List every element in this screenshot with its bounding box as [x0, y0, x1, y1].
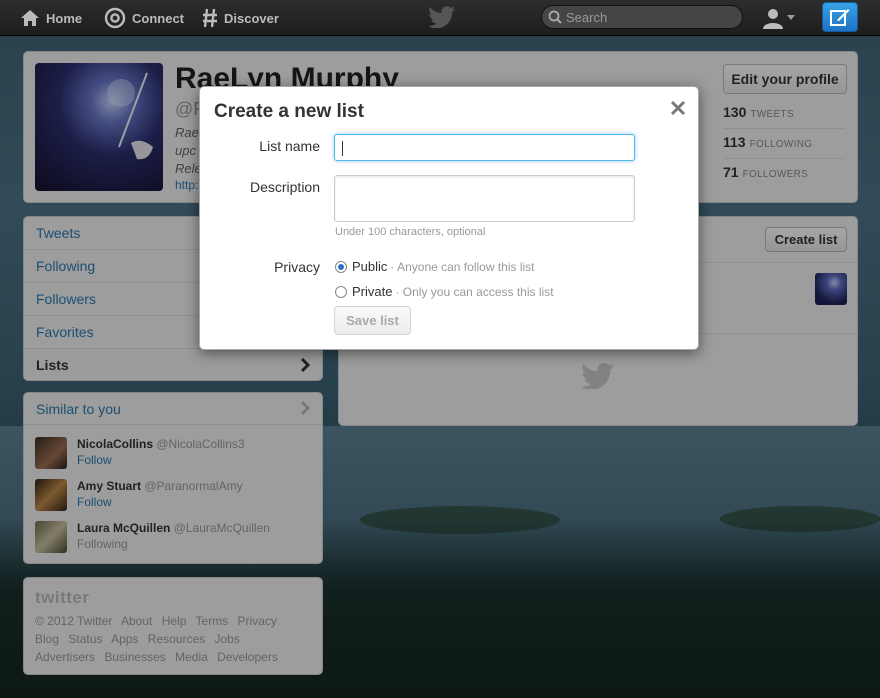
user-icon [763, 9, 783, 29]
public-radio[interactable] [335, 260, 347, 273]
search-icon [548, 10, 562, 24]
dialog-title: Create a new list [214, 101, 364, 122]
close-icon[interactable] [669, 99, 687, 117]
public-label: Public [352, 259, 388, 274]
nav-home[interactable]: Home [20, 0, 82, 36]
nav-connect[interactable]: Connect [104, 0, 184, 36]
private-description: · Only you can access this list [395, 284, 554, 299]
create-list-dialog: Create a new list List name Description … [199, 86, 699, 350]
search-input[interactable]: Search [541, 5, 743, 29]
compose-icon [830, 9, 850, 26]
search-placeholder: Search [566, 9, 608, 25]
top-bar: Home Connect Discover Search [0, 0, 880, 36]
privacy-private-option[interactable]: Private · Only you can access this list [335, 284, 554, 299]
nav-connect-label: Connect [132, 10, 184, 26]
private-radio[interactable] [335, 285, 347, 298]
description-hint: Under 100 characters, optional [335, 226, 486, 238]
save-list-button[interactable]: Save list [334, 306, 411, 335]
home-icon [21, 10, 39, 26]
list-name-label: List name [259, 138, 320, 154]
private-label: Private [352, 284, 393, 299]
caret-down-icon [787, 15, 795, 20]
user-menu[interactable] [762, 4, 795, 32]
text-caret [342, 141, 343, 156]
nav-discover-label: Discover [224, 10, 279, 26]
twitter-bird-icon[interactable] [428, 6, 456, 28]
nav-discover[interactable]: Discover [202, 0, 279, 36]
description-label: Description [249, 179, 320, 195]
public-description: · Anyone can follow this list [390, 259, 535, 274]
privacy-public-option[interactable]: Public · Anyone can follow this list [335, 259, 535, 274]
list-name-input[interactable] [334, 134, 635, 161]
privacy-label: Privacy [274, 259, 320, 275]
at-icon [104, 7, 126, 29]
hash-icon [203, 8, 217, 28]
compose-tweet-button[interactable] [822, 2, 858, 32]
description-textarea[interactable] [334, 175, 635, 222]
nav-home-label: Home [46, 10, 83, 26]
